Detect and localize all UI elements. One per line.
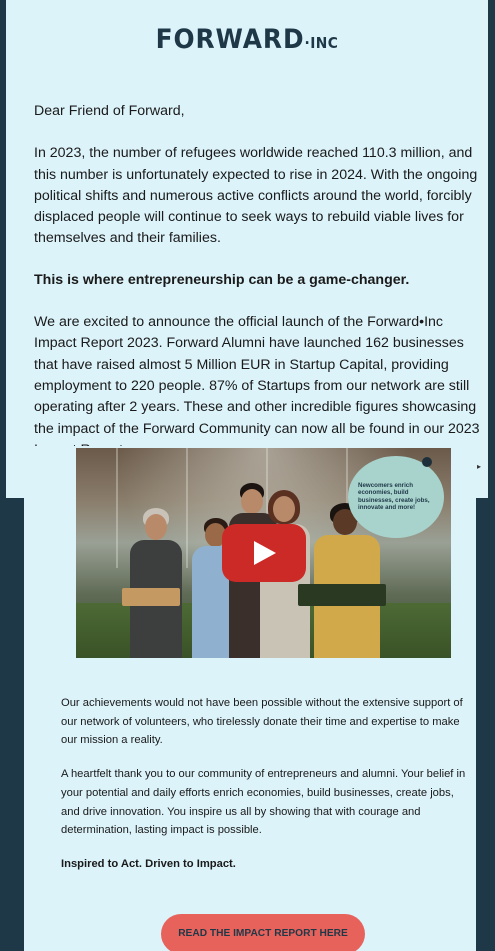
logo-name: FORWARD	[155, 24, 305, 55]
read-impact-report-button[interactable]: READ THE IMPACT REPORT HERE	[161, 914, 365, 951]
letter-paragraph-2: We are excited to announce the official …	[34, 314, 480, 458]
play-icon[interactable]	[222, 524, 306, 582]
forward-inc-logo[interactable]: FORWARD·INC	[25, 24, 468, 55]
letter-panel: FORWARD·INC Dear Friend of Forward, In 2…	[6, 0, 488, 498]
content-panel: Newcomers enrich economies, build busine…	[24, 446, 476, 951]
seedling-tray	[122, 588, 180, 606]
letter-paragraph-1: In 2023, the number of refugees worldwid…	[34, 145, 478, 247]
impact-video[interactable]: Newcomers enrich economies, build busine…	[76, 448, 451, 658]
bubble-text: Newcomers enrich economies, build busine…	[358, 482, 430, 512]
body-paragraph-1: Our achievements would not have been pos…	[61, 697, 463, 747]
seedling-tray	[298, 584, 386, 606]
person	[126, 508, 184, 658]
letter-highlight: This is where entrepreneurship can be a …	[34, 271, 410, 288]
greenhouse-frame	[116, 448, 118, 568]
person-head	[273, 496, 295, 522]
letter-body: Dear Friend of Forward, In 2023, the num…	[34, 101, 488, 481]
tagline: Inspired to Act. Driven to Impact.	[61, 857, 236, 870]
cursor-mark: ▸	[477, 462, 482, 471]
greeting: Dear Friend of Forward,	[34, 103, 185, 119]
body-paragraph-2: A heartfelt thank you to our community o…	[61, 768, 466, 837]
bubble-dot-icon	[422, 457, 432, 467]
person-head	[145, 514, 167, 540]
greenhouse-frame	[186, 448, 188, 568]
logo-suffix: ·INC	[304, 34, 339, 52]
body-text: Our achievements would not have been pos…	[61, 694, 471, 889]
